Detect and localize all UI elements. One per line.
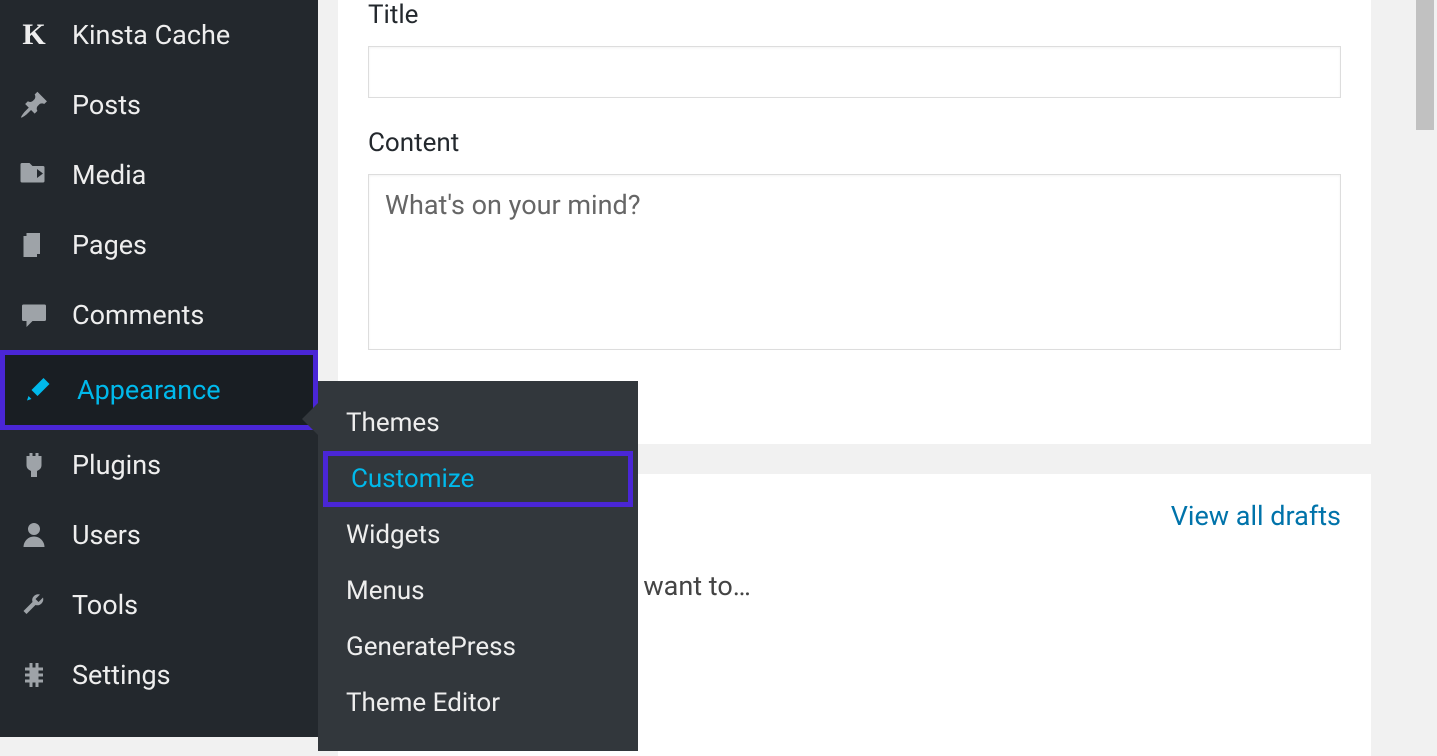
flyout-arrow — [302, 403, 318, 435]
scrollbar-thumb[interactable] — [1416, 0, 1434, 130]
sidebar-item-pages[interactable]: Pages — [0, 210, 318, 280]
submenu-item-customize[interactable]: Customize — [323, 451, 633, 507]
submenu-item-generatepress[interactable]: GeneratePress — [318, 619, 638, 675]
admin-sidebar: K Kinsta Cache Posts Media Pages Comment… — [0, 0, 318, 737]
content-textarea[interactable] — [368, 174, 1341, 350]
sidebar-item-label: Users — [72, 519, 302, 551]
submenu-item-themes[interactable]: Themes — [318, 395, 638, 451]
sidebar-item-label: Pages — [72, 229, 302, 261]
plug-icon — [16, 447, 52, 483]
pages-icon — [16, 227, 52, 263]
sidebar-item-media[interactable]: Media — [0, 140, 318, 210]
appearance-submenu: Themes Customize Widgets Menus GenerateP… — [318, 381, 638, 751]
brush-icon — [21, 372, 57, 408]
sidebar-item-appearance[interactable]: Appearance — [0, 350, 318, 430]
sidebar-item-label: Settings — [72, 659, 302, 691]
sidebar-item-kinsta-cache[interactable]: K Kinsta Cache — [0, 0, 318, 70]
tools-icon — [16, 587, 52, 623]
users-icon — [16, 517, 52, 553]
sidebar-item-label: Tools — [72, 589, 302, 621]
sidebar-item-comments[interactable]: Comments — [0, 280, 318, 350]
pin-icon — [16, 87, 52, 123]
submenu-item-theme-editor[interactable]: Theme Editor — [318, 675, 638, 731]
sidebar-item-label: Comments — [72, 299, 302, 331]
quick-draft-panel: Title Content Save Draft — [338, 0, 1371, 444]
kinsta-icon: K — [16, 17, 52, 53]
comments-icon — [16, 297, 52, 333]
title-label: Title — [368, 0, 1341, 30]
sidebar-item-label: Appearance — [77, 374, 297, 406]
submenu-item-widgets[interactable]: Widgets — [318, 507, 638, 563]
view-all-drafts-link[interactable]: View all drafts — [1171, 500, 1341, 532]
sidebar-item-label: Posts — [72, 89, 302, 121]
sidebar-item-settings[interactable]: Settings — [0, 640, 318, 710]
submenu-item-menus[interactable]: Menus — [318, 563, 638, 619]
sidebar-item-tools[interactable]: Tools — [0, 570, 318, 640]
title-input[interactable] — [368, 46, 1341, 98]
media-icon — [16, 157, 52, 193]
scrollbar-track[interactable] — [1413, 0, 1437, 737]
sidebar-item-posts[interactable]: Posts — [0, 70, 318, 140]
sidebar-item-plugins[interactable]: Plugins — [0, 430, 318, 500]
content-label: Content — [368, 128, 1341, 158]
settings-icon — [16, 657, 52, 693]
sidebar-item-label: Media — [72, 159, 302, 191]
sidebar-item-users[interactable]: Users — [0, 500, 318, 570]
sidebar-item-label: Plugins — [72, 449, 302, 481]
sidebar-item-label: Kinsta Cache — [72, 19, 302, 51]
